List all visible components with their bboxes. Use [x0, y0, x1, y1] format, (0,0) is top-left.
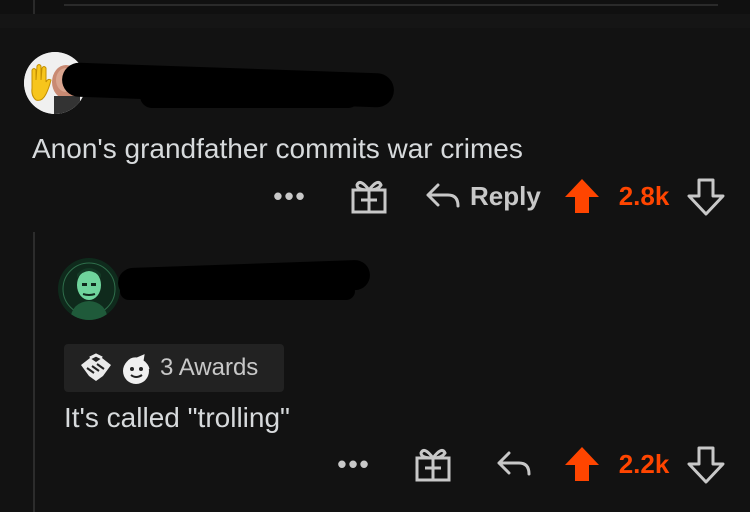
wholesome-award-icon: [123, 354, 150, 384]
upvote-button[interactable]: [560, 442, 604, 486]
reply-button[interactable]: Reply: [424, 176, 544, 216]
previous-thread-line: [33, 0, 35, 14]
more-options-label: •••: [273, 180, 307, 211]
vote-score: 2.2k: [614, 446, 674, 482]
awards-count: 3 Awards: [160, 354, 259, 381]
give-award-button[interactable]: [412, 444, 454, 484]
downvote-button[interactable]: [684, 176, 728, 218]
redacted-username: [140, 84, 360, 108]
handshake-award-icon: [81, 353, 111, 381]
upvote-icon: [565, 179, 599, 213]
reply-label: Reply: [470, 180, 541, 211]
more-options-label: •••: [337, 448, 371, 479]
reply-arrow-icon: [497, 451, 531, 476]
upvote-button[interactable]: [560, 174, 604, 218]
avatar-portrait-icon: [58, 258, 120, 320]
reply-button[interactable]: [492, 444, 536, 484]
vote-score: 2.8k: [614, 178, 674, 214]
more-options-button[interactable]: •••: [268, 178, 312, 214]
comment-body: Anon's grandfather commits war crimes: [32, 133, 523, 164]
upvote-icon: [565, 447, 599, 481]
downvote-icon: [687, 178, 725, 216]
more-options-button[interactable]: •••: [332, 446, 376, 482]
reply-arrow-icon: [426, 183, 460, 208]
vote-score-label: 2.2k: [618, 448, 670, 479]
previous-comment-bottom: [0, 0, 750, 14]
previous-divider: [64, 4, 718, 6]
award-item: [78, 351, 114, 385]
vote-score-label: 2.8k: [618, 180, 670, 211]
thread-collapse-line[interactable]: [33, 232, 35, 512]
downvote-button[interactable]: [684, 444, 728, 486]
avatar[interactable]: [58, 258, 120, 320]
award-item: [120, 352, 154, 386]
gift-icon: [351, 180, 387, 214]
gift-icon: [415, 448, 451, 482]
redacted-username: [120, 282, 355, 300]
downvote-icon: [687, 446, 725, 484]
give-award-button[interactable]: [348, 176, 390, 216]
comment-body: It's called "trolling": [64, 402, 290, 433]
